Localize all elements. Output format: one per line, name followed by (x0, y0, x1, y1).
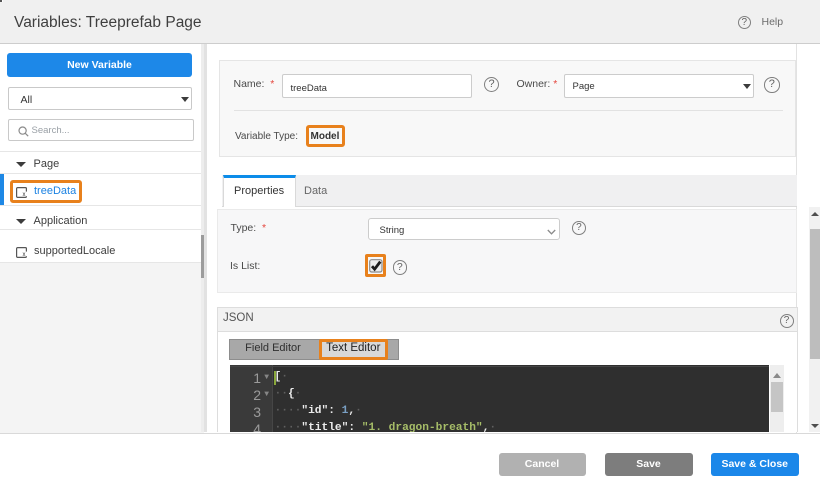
svg-text:x: x (22, 192, 25, 198)
svg-text:x: x (22, 252, 25, 258)
